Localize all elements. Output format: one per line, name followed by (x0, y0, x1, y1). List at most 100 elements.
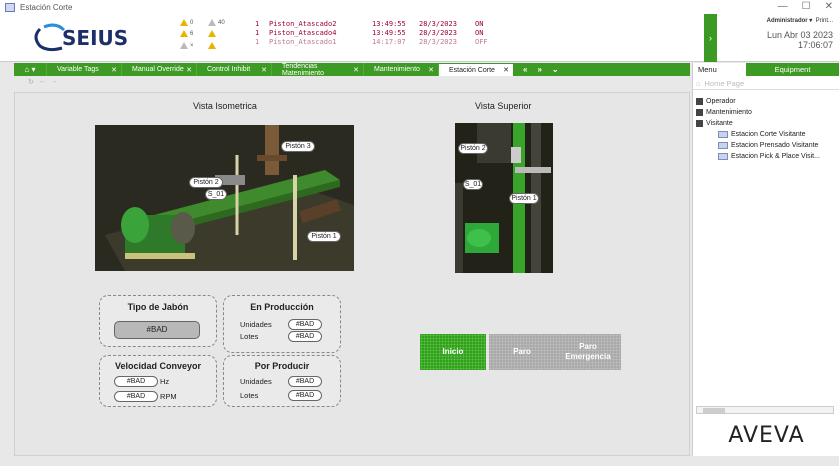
units-label: Unidades (240, 377, 272, 386)
warning-icon (180, 19, 188, 26)
maximize-button[interactable]: ☐ (802, 0, 811, 14)
current-time: 17:06:07 (797, 40, 833, 50)
piston1-label: Pistón 1 (307, 231, 341, 242)
warning-flag-icon (208, 30, 216, 37)
expand-alarms-button[interactable]: › (704, 14, 717, 62)
navigation-panel: Menu Equipment ⌂ Home Page Operador Mant… (692, 63, 839, 456)
close-icon: ✕ (186, 66, 192, 74)
alarm-row[interactable]: 1 Piston_Atascado1 14:17:07 28/3/2023 OFF (255, 38, 488, 47)
top-piston2-label: Pistón 2 (458, 143, 488, 154)
collapse-icon (696, 120, 703, 127)
tree-item-pick-place-visitante[interactable]: Estacion Pick & Place Visit... (718, 151, 839, 162)
conveyor-rpm-value: #BAD (114, 391, 158, 402)
user-menu[interactable]: Administrador ▾ (767, 18, 813, 24)
production-units-value: #BAD (288, 319, 322, 330)
scroll-right-icon[interactable]: » (537, 65, 541, 74)
piston2-label: Pistón 2 (189, 177, 223, 188)
sensor-s01-label: S_01 (205, 189, 227, 200)
alarm-summary[interactable]: 0 6 × 40 (176, 17, 240, 59)
home-icon: ⌂ (696, 79, 701, 88)
alarm-list[interactable]: 1 Piston_Atascado2 13:49:55 28/3/2023 ON 1 Pi… (255, 20, 488, 47)
stop-button[interactable]: Paro (489, 334, 555, 370)
soap-type-title: Tipo de Jabón (127, 302, 189, 312)
forward-icon[interactable]: → (51, 78, 58, 90)
close-icon: ✕ (261, 66, 267, 74)
expand-icon (696, 98, 703, 105)
menu-tab[interactable]: Menu (693, 63, 746, 76)
tree-item-prensado-visitante[interactable]: Estacion Prensado Visitante (718, 140, 839, 151)
close-icon: ✕ (111, 66, 117, 74)
window-title-bar: Estación Corte — ☐ ✕ (0, 0, 839, 14)
close-icon: ✕ (503, 67, 509, 74)
warning-filter-icon (208, 42, 216, 49)
warning-icon (180, 30, 188, 37)
production-lots-value: #BAD (288, 331, 322, 342)
close-icon: ✕ (428, 66, 434, 74)
tab-mantenimiento[interactable]: Mantenimiento ✕ (363, 63, 438, 76)
tab-variable-tags[interactable]: Variable Tags ✕ (46, 63, 121, 76)
lots-label: Lotes (240, 332, 259, 341)
navigation-tree: Operador Mantenimiento Visitante Estacio… (693, 90, 839, 162)
seius-logo: SEIUS (34, 23, 128, 52)
home-tab-icon[interactable]: ⌂ ▾ (14, 63, 46, 76)
emergency-stop-button[interactable]: Paro Emergencia (555, 334, 621, 370)
tab-bar: ⌂ ▾ Variable Tags ✕ Manual Override ✕ Cont… (14, 63, 690, 77)
tab-control-inhibit[interactable]: Control Inhibit ✕ (196, 63, 271, 76)
isometric-view-image: Pistón 3 Pistón 2 S_01 Pistón 1 (95, 125, 354, 271)
logo-text: SEIUS (62, 26, 128, 50)
close-icon: ✕ (353, 66, 359, 74)
display-icon (718, 142, 728, 149)
rpm-unit: RPM (160, 392, 177, 401)
piston3-label: Pistón 3 (281, 141, 315, 152)
display-icon (718, 153, 728, 160)
scroll-left-icon[interactable]: « (523, 65, 527, 74)
top-view-image: Pistón 2 S_01 Pistón 1 (455, 123, 553, 273)
emergency-line1: Paro (579, 342, 597, 351)
tab-tendencias[interactable]: Tendencias Matenimiento ✕ (271, 63, 363, 77)
soap-type-value: #BAD (114, 321, 200, 339)
tree-item-visitante[interactable]: Visitante (696, 118, 839, 129)
aveva-logo: AVEVA (728, 423, 805, 448)
horizontal-scrollbar[interactable] (696, 406, 834, 414)
top-view-title: Vista Superior (475, 101, 532, 111)
in-production-panel: En Producción Unidades #BAD Lotes #BAD (223, 295, 341, 353)
minimize-button[interactable]: — (778, 0, 788, 14)
history-nav: ↻ ← → (14, 78, 690, 90)
tab-list-icon[interactable]: ⌄ (552, 65, 559, 74)
app-icon (5, 2, 15, 12)
display-icon (718, 131, 728, 138)
refresh-icon[interactable]: ↻ (28, 78, 34, 90)
back-icon[interactable]: ← (39, 78, 46, 90)
tree-item-mantenimiento[interactable]: Mantenimiento (696, 107, 839, 118)
header: SEIUS 0 6 × 40 1 Piston_Atascado2 13:49:55… (0, 14, 839, 62)
expand-icon (696, 109, 703, 116)
home-page-link[interactable]: ⌂ Home Page (693, 78, 839, 90)
top-piston1-label: Pistón 1 (509, 193, 539, 204)
conveyor-speed-title: Velocidad Conveyor (114, 361, 202, 371)
iso-view-title: Vista Isometrica (193, 101, 257, 111)
warning-muted-icon (180, 42, 188, 49)
tree-item-operador[interactable]: Operador (696, 96, 839, 107)
alarm-row[interactable]: 1 Piston_Atascado4 13:49:55 28/3/2023 ON (255, 29, 488, 38)
user-info: Administrador ▾ Print... Lun Abr 03 2023… (767, 17, 833, 50)
to-produce-panel: Por Producir Unidades #BAD Lotes #BAD (223, 355, 341, 407)
window-title: Estación Corte (20, 2, 73, 12)
current-date: Lun Abr 03 2023 (766, 30, 833, 40)
to-produce-units-value: #BAD (288, 376, 322, 387)
units-label: Unidades (240, 320, 272, 329)
to-produce-title: Por Producir (254, 361, 310, 371)
tree-item-corte-visitante[interactable]: Estacion Corte Visitante (718, 129, 839, 140)
tab-estacion-corte[interactable]: Estación Corte ✕ (438, 63, 513, 76)
main-canvas: Vista Isometrica Vista Superior Pistón 3… (14, 92, 690, 456)
alarm-row[interactable]: 1 Piston_Atascado2 13:49:55 28/3/2023 ON (255, 20, 488, 29)
warning-muted-icon (208, 19, 216, 26)
start-button[interactable]: Inicio (420, 334, 486, 370)
equipment-tab[interactable]: Equipment (746, 63, 839, 76)
hz-unit: Hz (160, 377, 170, 386)
close-button[interactable]: ✕ (825, 0, 833, 14)
conveyor-hz-value: #BAD (114, 376, 158, 387)
lots-label: Lotes (240, 391, 259, 400)
tab-manual-override[interactable]: Manual Override ✕ (121, 63, 196, 76)
soap-type-panel: Tipo de Jabón #BAD (99, 295, 217, 347)
print-link[interactable]: Print... (816, 18, 833, 24)
